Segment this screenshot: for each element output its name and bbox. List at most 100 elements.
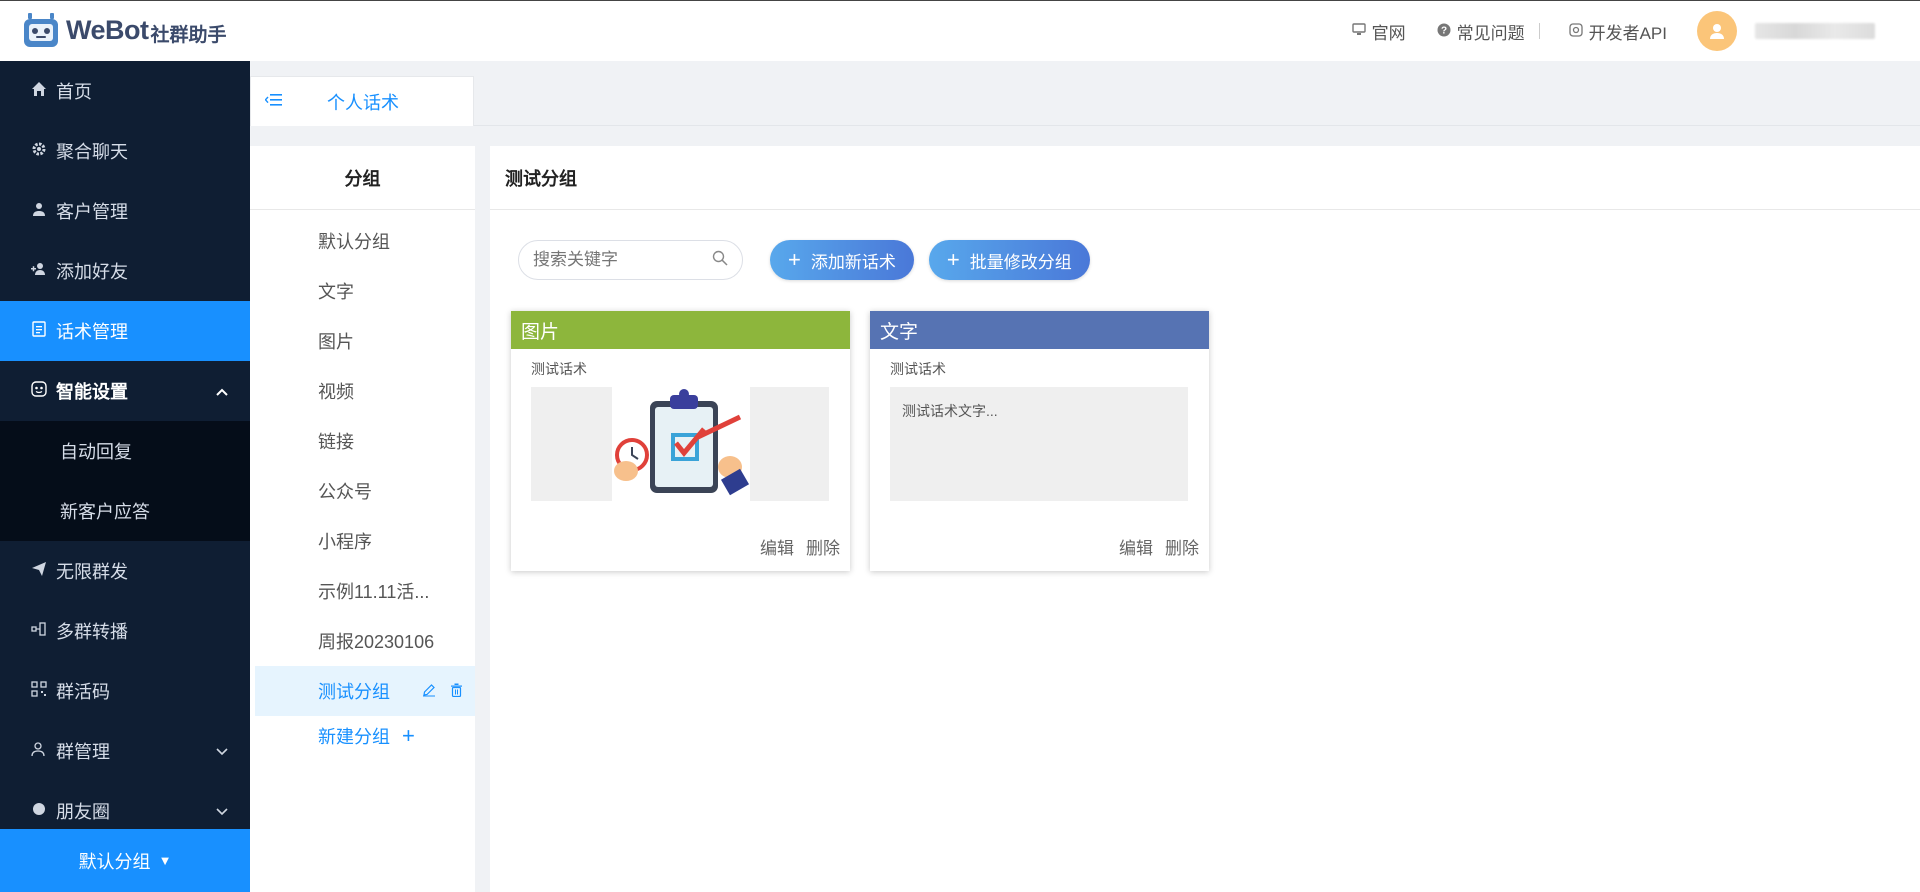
batch-edit-group-button[interactable]: + 批量修改分组	[928, 240, 1090, 280]
group-item[interactable]: 视频	[250, 366, 475, 416]
send-icon	[30, 561, 48, 581]
user-icon	[30, 201, 48, 221]
broadcast-icon	[30, 621, 48, 641]
card-type-header: 图片	[511, 311, 850, 349]
top-bar: WeBot 社群助手 官网 ? 常见问题 开发者API	[0, 0, 1920, 61]
card-script-name: 测试话术	[890, 361, 946, 377]
official-site-label: 官网	[1371, 23, 1406, 43]
chevron-down-icon	[216, 803, 228, 819]
sidebar-subitem-new-customer-reply[interactable]: 新客户应答	[0, 481, 250, 541]
default-group-selector[interactable]: 默认分组 ▼	[0, 829, 250, 892]
divider	[1538, 23, 1540, 39]
sidebar-item-add-friend[interactable]: 添加好友	[0, 241, 250, 301]
user-icon	[1710, 24, 1724, 39]
search-input[interactable]	[533, 250, 703, 270]
script-card[interactable]: 文字 测试话术 测试话术文字... 编辑 删除	[870, 311, 1209, 571]
sidebar-item-label: 聚合聊天	[56, 142, 128, 162]
search-box[interactable]	[518, 240, 743, 280]
clipboard-checklist-icon	[612, 387, 750, 501]
script-card[interactable]: 图片 测试话术 编辑 删除	[511, 311, 850, 571]
sidebar-item-label: 多群转播	[56, 622, 128, 642]
moments-icon	[30, 801, 48, 821]
qrcode-icon	[30, 681, 48, 701]
sidebar-item-multi-broadcast[interactable]: 多群转播	[0, 601, 250, 661]
group-item[interactable]: 示例11.11活...	[250, 566, 475, 616]
group-item[interactable]: 公众号	[250, 466, 475, 516]
group-item[interactable]: 链接	[250, 416, 475, 466]
card-script-name: 测试话术	[531, 361, 587, 377]
svg-text:?: ?	[1441, 25, 1447, 36]
app-logo[interactable]: WeBot 社群助手	[22, 11, 227, 49]
sidebar-item-home[interactable]: 首页	[0, 61, 250, 121]
tab-personal-scripts[interactable]: 个人话术	[250, 76, 474, 126]
plus-icon: +	[402, 723, 415, 748]
logo-subtitle: 社群助手	[150, 24, 227, 46]
card-actions: 编辑 删除	[760, 534, 840, 559]
plus-icon: +	[946, 247, 960, 272]
group-panel-title: 分组	[250, 146, 475, 210]
caret-down-icon: ▼	[158, 853, 172, 868]
group-item[interactable]: 默认分组	[250, 216, 475, 266]
group-item[interactable]: 图片	[250, 316, 475, 366]
page-title: 测试分组	[490, 146, 1920, 210]
sidebar-item-label: 群管理	[56, 742, 110, 762]
sidebar-item-label: 添加好友	[56, 262, 128, 282]
group-item-active[interactable]: 测试分组	[255, 666, 475, 716]
card-actions: 编辑 删除	[1119, 534, 1199, 559]
group-item[interactable]: 周报20230106	[250, 616, 475, 666]
sidebar-item-group-management[interactable]: 群管理	[0, 721, 250, 781]
sidebar-subitem-auto-reply[interactable]: 自动回复	[0, 421, 250, 481]
help-circle-icon: ?	[1436, 23, 1452, 40]
trash-icon[interactable]	[450, 683, 463, 700]
sidebar-item-customers[interactable]: 客户管理	[0, 181, 250, 241]
faq-link[interactable]: ? 常见问题	[1436, 19, 1525, 44]
sidebar: 首页 聚合聊天 客户管理 添加好友 话术管理 智能设置 自动回复 新客户应答 无…	[0, 61, 250, 892]
edit-link[interactable]: 编辑	[760, 534, 794, 559]
chevron-down-icon	[216, 743, 228, 759]
new-group-label: 新建分组	[318, 727, 390, 747]
sidebar-item-label: 首页	[56, 82, 92, 102]
search-icon[interactable]	[712, 250, 728, 271]
monitor-icon	[1351, 23, 1367, 39]
sidebar-item-label: 智能设置	[56, 382, 128, 402]
sidebar-item-scripts[interactable]: 话术管理	[0, 301, 250, 361]
sidebar-item-chat[interactable]: 聚合聊天	[0, 121, 250, 181]
sidebar-item-label: 客户管理	[56, 202, 128, 222]
tab-label: 个人话术	[327, 92, 399, 113]
logo-text: WeBot	[66, 14, 149, 45]
top-right-nav: 官网 ? 常见问题 开发者API	[1351, 1, 1920, 61]
card-type-header: 文字	[870, 311, 1209, 349]
group-item[interactable]: 文字	[250, 266, 475, 316]
edit-icon[interactable]	[422, 683, 436, 700]
add-script-button[interactable]: + 添加新话术	[770, 240, 914, 280]
group-panel: 分组 默认分组 文字 图片 视频 链接 公众号 小程序 示例11.11活... …	[250, 146, 475, 892]
sidebar-item-label: 群活码	[56, 682, 110, 702]
plus-icon: +	[788, 247, 801, 272]
card-image-preview	[531, 387, 829, 501]
developer-api-link[interactable]: 开发者API	[1568, 19, 1667, 44]
robot-logo-icon	[22, 11, 60, 49]
tab-bar: 个人话术	[250, 61, 1920, 126]
group-item-label: 测试分组	[318, 682, 390, 702]
new-group-button[interactable]: 新建分组 +	[250, 716, 475, 756]
menu-collapse-icon[interactable]	[264, 91, 285, 112]
group-item[interactable]: 小程序	[250, 516, 475, 566]
avatar[interactable]	[1697, 11, 1737, 51]
sidebar-item-label: 朋友圈	[56, 802, 110, 822]
edit-link[interactable]: 编辑	[1119, 534, 1153, 559]
username-redacted[interactable]	[1755, 23, 1875, 39]
delete-link[interactable]: 删除	[806, 534, 840, 559]
card-preview-text: 测试话术文字...	[902, 403, 998, 419]
delete-link[interactable]: 删除	[1165, 534, 1199, 559]
add-user-icon	[30, 261, 48, 281]
sidebar-item-label: 无限群发	[56, 562, 128, 582]
sidebar-item-group-qrcode[interactable]: 群活码	[0, 661, 250, 721]
sidebar-item-mass-send[interactable]: 无限群发	[0, 541, 250, 601]
main-panel: 测试分组 + 添加新话术 + 批量修改分组 图片 测试话术	[490, 146, 1920, 892]
home-icon	[30, 81, 48, 101]
official-site-link[interactable]: 官网	[1351, 19, 1406, 44]
smart-icon	[30, 381, 48, 401]
group-icon	[30, 741, 48, 761]
sidebar-item-smart-settings[interactable]: 智能设置	[0, 361, 250, 421]
document-icon	[30, 321, 48, 341]
